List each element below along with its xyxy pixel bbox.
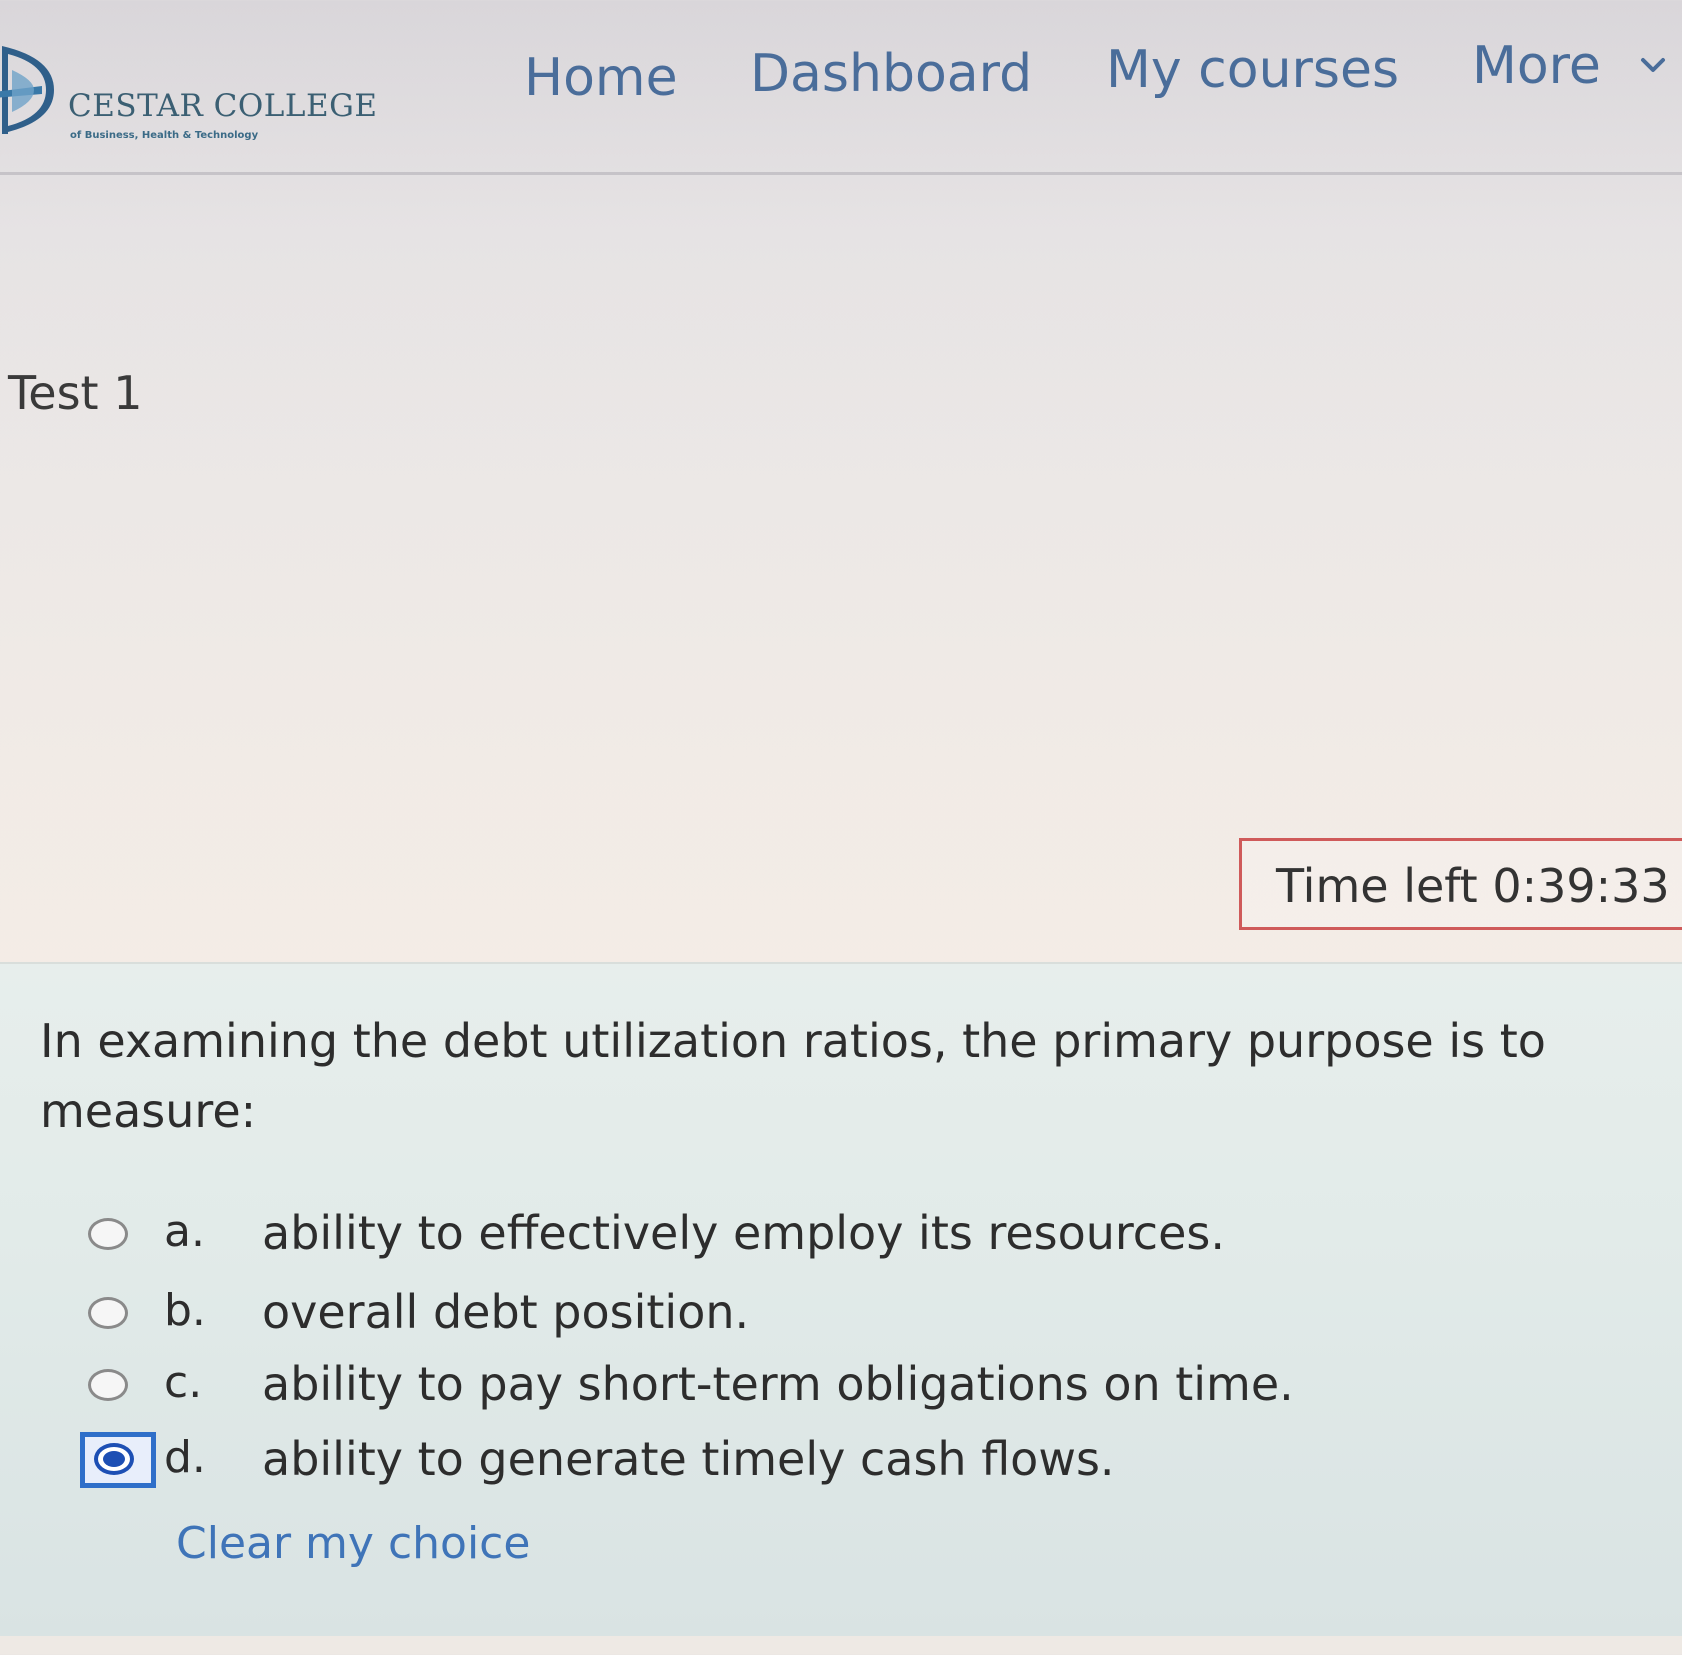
radio-button-a[interactable] <box>88 1218 128 1250</box>
radio-button-c[interactable] <box>88 1369 128 1401</box>
nav-more-menu[interactable]: More <box>1472 36 1601 96</box>
option-text[interactable]: ability to effectively employ its resour… <box>262 1206 1225 1260</box>
answer-option-a[interactable]: a. ability to effectively employ its res… <box>80 1206 1580 1266</box>
quiz-timer: Time left 0:39:33 <box>1239 838 1682 930</box>
clear-my-choice-link[interactable]: Clear my choice <box>176 1518 530 1569</box>
option-letter: a. <box>164 1206 205 1257</box>
top-navbar: CESTAR COLLEGE of Business, Health & Tec… <box>0 0 1682 175</box>
nav-dashboard-link[interactable]: Dashboard <box>750 44 1032 104</box>
logo-name: CESTAR COLLEGE <box>68 88 378 124</box>
timer-text: Time left 0:39:33 <box>1276 859 1670 913</box>
page-title: Test 1 <box>8 366 143 420</box>
option-letter: b. <box>164 1285 206 1336</box>
logo-tagline: of Business, Health & Technology <box>70 130 259 141</box>
nav-home-link[interactable]: Home <box>524 48 678 108</box>
radio-button-b[interactable] <box>88 1297 128 1329</box>
radio-button-d-selected[interactable] <box>94 1443 134 1475</box>
answer-option-c[interactable]: c. ability to pay short-term obligations… <box>80 1357 1580 1417</box>
option-text[interactable]: ability to pay short-term obligations on… <box>262 1357 1294 1411</box>
answer-option-d[interactable]: d. ability to generate timely cash flows… <box>80 1432 1580 1492</box>
logo-emblem-icon <box>0 46 54 134</box>
question-text: In examining the debt utilization ratios… <box>40 1014 1546 1138</box>
option-text[interactable]: ability to generate timely cash flows. <box>262 1432 1115 1486</box>
answer-option-b[interactable]: b. overall debt position. <box>80 1285 1580 1345</box>
option-text[interactable]: overall debt position. <box>262 1285 749 1339</box>
option-letter: c. <box>164 1357 203 1408</box>
option-letter: d. <box>164 1432 206 1483</box>
college-logo[interactable]: CESTAR COLLEGE of Business, Health & Tec… <box>0 40 394 141</box>
chevron-down-icon[interactable] <box>1638 50 1668 80</box>
nav-my-courses-link[interactable]: My courses <box>1106 40 1399 100</box>
